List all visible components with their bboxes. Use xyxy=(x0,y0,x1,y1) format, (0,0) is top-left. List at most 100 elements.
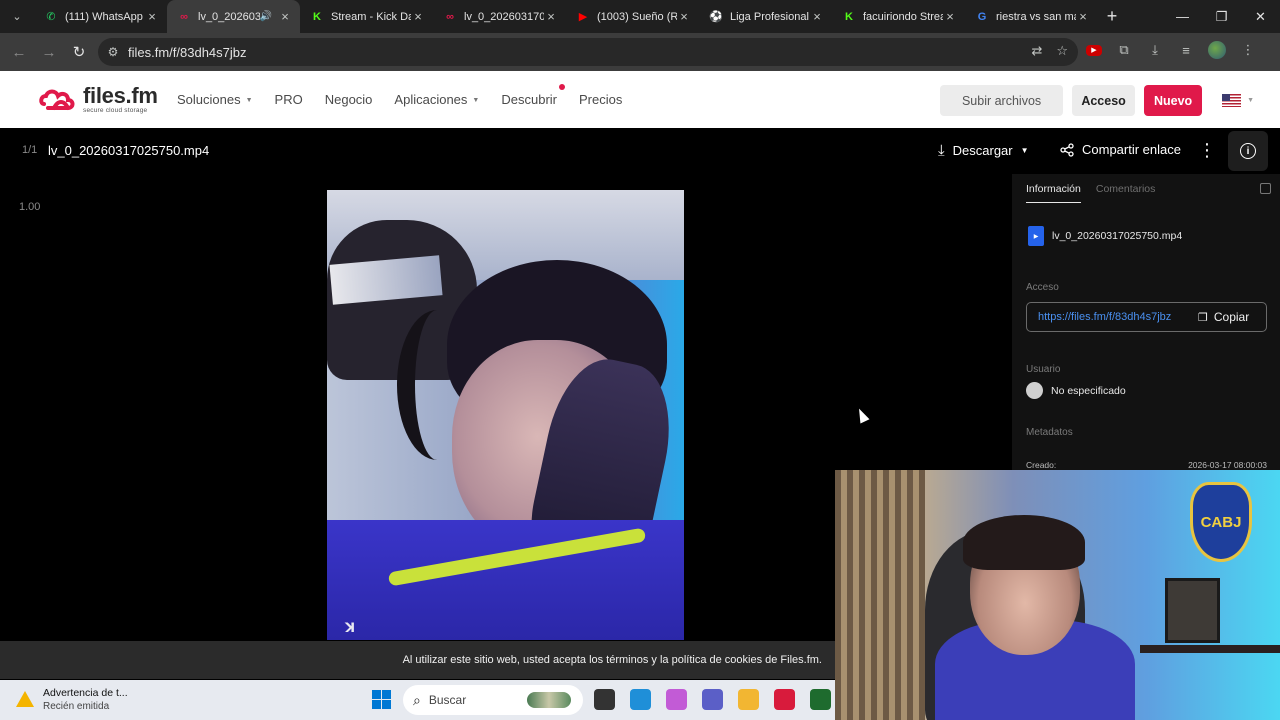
soccer-ball-icon: ⚽ xyxy=(709,11,723,23)
close-tab-icon[interactable]: × xyxy=(411,9,425,24)
viewer-toolbar: 1/1 lv_0_20260317025750.mp4 ⤓ Descargar … xyxy=(0,128,1280,174)
file-explorer-icon[interactable] xyxy=(738,689,759,710)
minimize-icon[interactable]: — xyxy=(1163,0,1202,33)
kick-icon: K xyxy=(313,10,321,23)
filesfm-logo[interactable]: files.fm secure cloud storage xyxy=(38,85,158,115)
restore-icon[interactable]: ❐ xyxy=(1202,0,1241,33)
video-player[interactable]: ꓘ xyxy=(327,190,684,640)
tab-search-icon[interactable]: ⌄ xyxy=(0,0,34,33)
filesfm-icon: ∞ xyxy=(180,10,188,23)
translate-icon[interactable]: ⇄ xyxy=(1031,43,1042,59)
nav-item-precios[interactable]: Precios xyxy=(579,92,622,107)
task-view-icon[interactable] xyxy=(594,689,615,710)
windows-start-icon[interactable] xyxy=(372,690,391,709)
nav-item-descubrir[interactable]: Descubrir xyxy=(501,84,565,107)
share-link-url[interactable]: https://files.fm/f/83dh4s7jbz xyxy=(1038,311,1188,323)
browser-tab[interactable]: K Stream - Kick Da × xyxy=(300,0,433,33)
url-text[interactable]: files.fm/f/83dh4s7jbz xyxy=(128,45,247,60)
reload-icon[interactable]: ↻ xyxy=(64,37,94,67)
created-value: 2026-03-17 08:00:03 xyxy=(1188,460,1267,470)
nav-item-label: Precios xyxy=(578,92,623,107)
chevron-down-icon: ▼ xyxy=(245,97,253,105)
teams-icon[interactable] xyxy=(702,689,723,710)
nav-item-label: Aplicaciones xyxy=(394,92,468,107)
main-nav: Soluciones ▼ PRO Negocio Aplicaciones ▼ Descub… xyxy=(177,84,644,107)
panel-filename: lv_0_20260317025750.mp4 xyxy=(1052,230,1183,242)
tab-title: Liga Profesional xyxy=(730,10,809,23)
close-tab-icon[interactable]: × xyxy=(278,9,292,24)
close-tab-icon[interactable]: × xyxy=(943,9,957,24)
new-tab-button[interactable]: + xyxy=(1098,6,1126,27)
extensions-icon[interactable]: ⧉ xyxy=(1115,41,1133,59)
youtube-extension-icon[interactable]: ▶ xyxy=(1086,44,1102,56)
tab-title: facuiriondo Strea xyxy=(863,10,943,23)
user-label: Usuario xyxy=(1026,364,1061,375)
close-tab-icon[interactable]: × xyxy=(810,9,824,24)
more-options-icon[interactable]: ⋮ xyxy=(1198,140,1216,161)
downloads-icon[interactable]: ⤓ xyxy=(1146,41,1164,59)
chevron-down-icon[interactable]: ▼ xyxy=(1247,97,1254,104)
info-icon: i xyxy=(1240,143,1256,159)
close-tab-icon[interactable]: × xyxy=(1076,9,1090,24)
info-button[interactable]: i xyxy=(1228,131,1268,171)
login-button[interactable]: Acceso xyxy=(1072,85,1136,116)
browser-tab[interactable]: Griestra vs san ma × xyxy=(965,0,1098,33)
menu-kebab-icon[interactable]: ⋮ xyxy=(1239,41,1257,59)
upload-files-button[interactable]: Subir archivos xyxy=(940,85,1064,116)
us-flag-icon[interactable] xyxy=(1222,94,1242,107)
copilot-icon[interactable] xyxy=(666,689,687,710)
back-icon[interactable]: ← xyxy=(4,37,34,67)
app-icon[interactable] xyxy=(810,689,831,710)
nav-item-negocio[interactable]: Negocio xyxy=(325,92,373,107)
weather-notification[interactable]: Advertencia de t... Recién emitida xyxy=(16,687,128,713)
close-tab-icon[interactable]: × xyxy=(544,9,558,24)
taskbar-search-placeholder: Buscar xyxy=(428,693,467,707)
nav-item-label: Soluciones xyxy=(177,92,241,107)
copy-button[interactable]: ❐ Copiar xyxy=(1198,310,1249,324)
browser-tab[interactable]: ✆ (111) WhatsApp × xyxy=(34,0,167,33)
edge-icon[interactable] xyxy=(630,689,651,710)
tab-comments[interactable]: Comentarios xyxy=(1096,183,1156,203)
browser-tab[interactable]: ∞ lv_0_20260317025× xyxy=(433,0,566,33)
bookmark-star-icon[interactable]: ☆ xyxy=(1056,43,1068,59)
browser-tab[interactable]: Kfacuiriondo Strea × xyxy=(832,0,965,33)
collapse-panel-icon[interactable] xyxy=(1260,183,1271,194)
media-control-icon[interactable]: ≡ xyxy=(1177,41,1195,59)
video-watermark: ꓘ xyxy=(345,620,356,635)
tab-title: (111) WhatsApp xyxy=(65,10,143,23)
close-tab-icon[interactable]: × xyxy=(677,9,691,24)
taskbar-search[interactable]: ⌕ Buscar xyxy=(403,685,583,715)
nav-item-aplicaciones[interactable]: Aplicaciones ▼ xyxy=(394,92,479,107)
logo-tagline: secure cloud storage xyxy=(83,107,148,114)
file-counter: 1/1 xyxy=(22,144,38,156)
youtube-icon: ▶ xyxy=(578,11,588,23)
share-link-button[interactable]: Compartir enlace xyxy=(1060,142,1181,157)
access-label: Acceso xyxy=(1026,282,1059,293)
close-tab-icon[interactable]: × xyxy=(145,9,159,24)
audio-playing-icon[interactable]: 🔊 xyxy=(260,11,272,22)
download-button[interactable]: ⤓ Descargar ▼ xyxy=(938,142,1029,159)
tab-title: (1003) Sueño (Re xyxy=(597,10,677,23)
tab-information[interactable]: Información xyxy=(1026,183,1081,203)
site-info-icon[interactable]: ⚙ xyxy=(98,45,128,59)
nav-item-pro[interactable]: PRO xyxy=(275,92,303,107)
omnibox[interactable]: ⚙ files.fm/f/83dh4s7jbz ⇄ ☆ xyxy=(98,38,1078,66)
news-icon[interactable] xyxy=(774,689,795,710)
nav-item-label: Negocio xyxy=(324,92,373,107)
profile-avatar[interactable] xyxy=(1208,41,1226,59)
new-button[interactable]: Nuevo xyxy=(1144,85,1203,116)
nav-item-soluciones[interactable]: Soluciones ▼ xyxy=(177,92,253,107)
forward-icon[interactable]: → xyxy=(34,37,64,67)
share-link-field[interactable]: https://files.fm/f/83dh4s7jbz ❐ Copiar xyxy=(1026,302,1267,332)
nav-item-label: Descubrir xyxy=(501,92,557,107)
browser-tab[interactable]: ⚽ Liga Profesional × xyxy=(699,0,832,33)
browser-tab[interactable]: ▶ (1003) Sueño (Re × xyxy=(566,0,699,33)
close-window-icon[interactable]: ✕ xyxy=(1241,0,1280,33)
tab-title: Stream - Kick Da xyxy=(331,10,411,23)
browser-tab[interactable]: ∞ lv_0_202603 🔊 × xyxy=(167,0,300,33)
windows-taskbar: Advertencia de t... Recién emitida ⌕ Bus… xyxy=(0,680,835,720)
cookie-notice: Al utilizar este sitio web, usted acepta… xyxy=(0,641,835,679)
webcam-curtain xyxy=(835,470,925,720)
tab-title: lv_0_202603 xyxy=(198,10,260,23)
copy-icon: ❐ xyxy=(1198,311,1208,324)
